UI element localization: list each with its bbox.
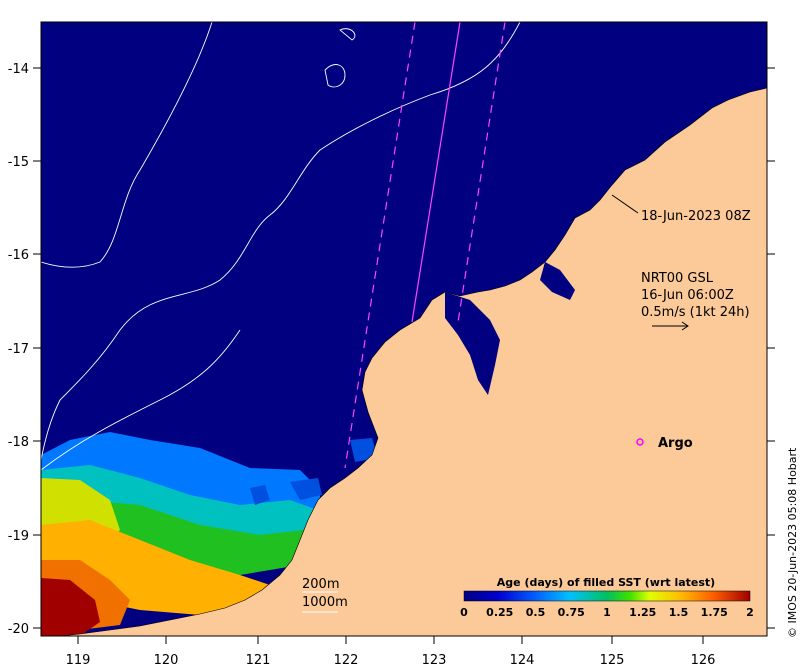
lat-tick-label: -16: [8, 248, 29, 263]
colorbar-tick-label: 1.5: [669, 606, 689, 619]
colorbar-tick-label: 1: [603, 606, 611, 619]
lon-tick-label: 124: [510, 653, 535, 668]
lat-tick-label: -20: [8, 622, 29, 637]
lon-tick-label: 123: [422, 653, 447, 668]
contour-1000m-label: 1000m: [302, 595, 348, 610]
currents-source-label: NRT00 GSL: [641, 271, 714, 286]
currents-time-label: 16-Jun 06:00Z: [641, 288, 734, 303]
lat-tick-label: -17: [8, 342, 29, 357]
colorbar-tick-label: 0.25: [486, 606, 513, 619]
colorbar-tick-label: 0.5: [526, 606, 546, 619]
lon-tick-label: 122: [334, 653, 359, 668]
lon-tick-label: 126: [691, 653, 716, 668]
lon-tick-label: 121: [246, 653, 271, 668]
lat-tick-label: -18: [8, 435, 29, 450]
sst-age-map: 119 120 121 122 123 124 125 126 -14 -15 …: [8, 21, 775, 668]
lon-tick-label: 120: [154, 653, 179, 668]
colorbar-tick-label: 0.75: [558, 606, 585, 619]
colorbar-tick-label: 1.75: [701, 606, 728, 619]
lon-tick-label: 119: [66, 653, 91, 668]
lat-tick-label: -19: [8, 529, 29, 544]
contour-200m-label: 200m: [302, 577, 339, 592]
currents-scale-label: 0.5m/s (1kt 24h): [641, 305, 750, 320]
colorbar-title: Age (days) of filled SST (wrt latest): [497, 576, 715, 589]
colorbar-tick-label: 2: [746, 606, 754, 619]
lat-tick-label: -14: [8, 62, 29, 77]
lat-tick-label: -15: [8, 155, 29, 170]
argo-label: Argo: [658, 436, 693, 451]
colorbar: Age (days) of filled SST (wrt latest) 00…: [460, 576, 754, 619]
satellite-pass-label: 18-Jun-2023 08Z: [641, 209, 751, 224]
colorbar-tick-label: 0: [460, 606, 468, 619]
credit-label: © IMOS 20-Jun-2023 05:08 Hobart: [786, 447, 799, 638]
colorbar-tick-label: 1.25: [629, 606, 656, 619]
colorbar-ticks: 0 0.25 0.5 0.75 1 1.25 1.5 1.75 2: [460, 606, 754, 619]
lon-tick-label: 125: [600, 653, 625, 668]
colorbar-ramp: [463, 590, 751, 602]
